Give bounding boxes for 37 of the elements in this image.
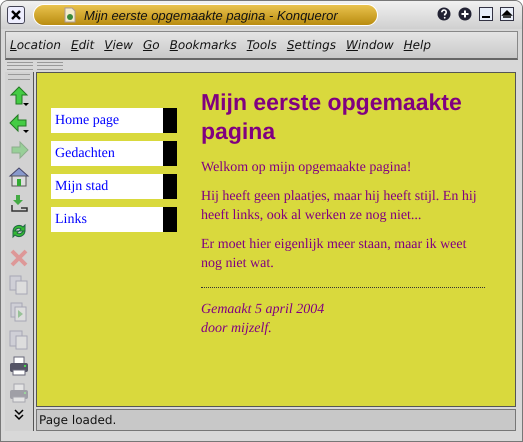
printer-icon — [8, 382, 30, 404]
menu-item[interactable]: Location — [10, 38, 61, 52]
paragraph: Hij heeft geen plaatjes, maar hij heeft stijl. En hij heeft links, ook al werken ze nog niet... — [201, 188, 478, 225]
menu-item[interactable]: Help — [404, 38, 432, 52]
chevron-icon — [14, 409, 24, 421]
nav-link[interactable]: Mijn stad — [51, 174, 177, 199]
menu-item[interactable]: Tools — [246, 38, 277, 52]
nav-link[interactable]: Home page — [51, 108, 177, 133]
cross-icon — [8, 246, 30, 268]
minimize-button[interactable] — [479, 7, 495, 23]
maximize-button[interactable] — [500, 7, 516, 23]
paragraph: Er moet hier eigenlijk meer staan, maar ik weet nog niet wat. — [201, 236, 468, 273]
menu-item[interactable]: Bookmarks — [170, 38, 237, 52]
add-button[interactable] — [458, 7, 474, 23]
document-icon — [64, 7, 76, 23]
footer-text: door mijzelf. — [201, 320, 273, 338]
documents-icon — [8, 328, 30, 350]
menu-item[interactable]: Window — [346, 38, 394, 52]
printer-icon — [8, 354, 30, 376]
documents-icon — [8, 274, 30, 296]
left-arrow-icon — [8, 112, 30, 134]
menu-item[interactable]: View — [104, 38, 133, 52]
house-icon — [8, 166, 30, 188]
status-bar: Page loaded. — [36, 409, 516, 431]
close-button[interactable] — [7, 6, 25, 24]
nav-link[interactable]: Gedachten — [51, 141, 177, 166]
help-button[interactable] — [437, 7, 453, 23]
window-title: Mijn eerste opgemaakte pagina - Konqueror — [84, 8, 338, 22]
menu-item[interactable]: Go — [142, 38, 160, 52]
up-arrow-icon — [8, 84, 30, 106]
footer-text: Gemaakt 5 april 2004 — [201, 301, 326, 319]
menu-item[interactable]: Edit — [70, 38, 94, 52]
nav-link[interactable]: Links — [51, 207, 177, 232]
page-heading: Mijn eerste opgemaakte pagina — [201, 88, 463, 146]
menu-item[interactable]: Settings — [286, 38, 336, 52]
close-icon — [10, 9, 22, 21]
paragraph: Welkom op mijn opgemaakte pagina! — [201, 159, 412, 177]
